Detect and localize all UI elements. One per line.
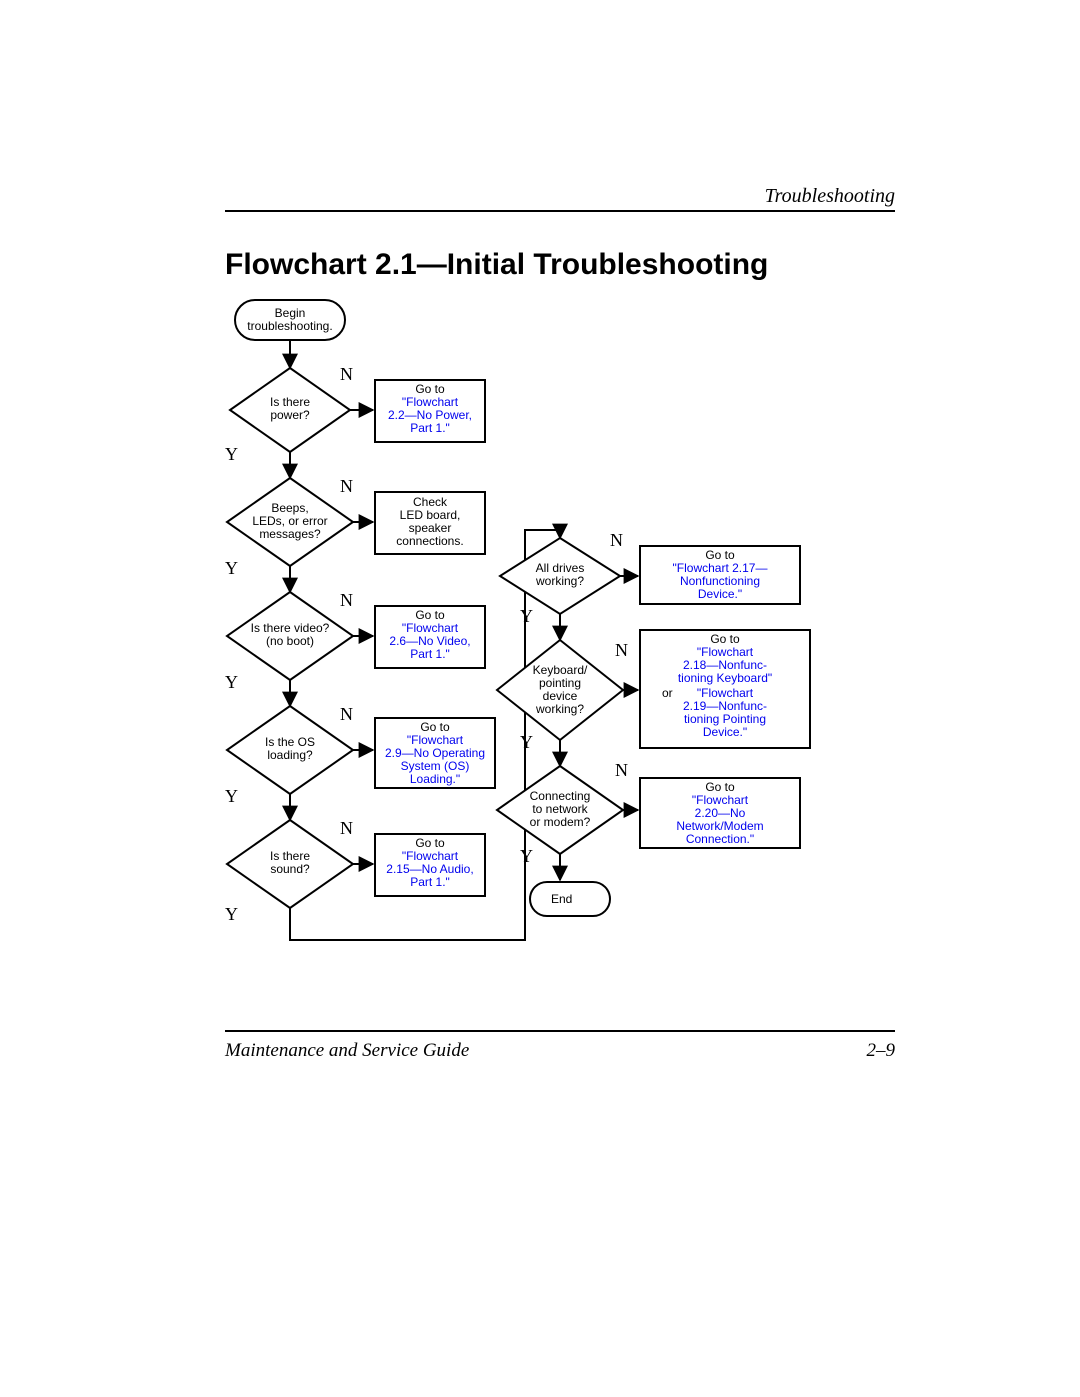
header-rule xyxy=(225,210,895,212)
label-y: Y xyxy=(520,846,533,866)
node-q-os: Is the OSloading? xyxy=(227,706,353,794)
label-y: Y xyxy=(225,672,238,692)
node-q-video: Is there video?(no boot) xyxy=(227,592,353,680)
label-n: N xyxy=(340,364,353,384)
node-a-video: Go to "Flowchart2.6—No Video,Part 1." xyxy=(375,606,485,668)
flowchart: Begintroubleshooting. Is therepower? N G… xyxy=(225,300,895,1000)
footer-left: Maintenance and Service Guide xyxy=(225,1040,469,1062)
q-os-text: Is the OSloading? xyxy=(265,735,315,762)
node-a-power: Go to "Flowchart2.2—No Power,Part 1." xyxy=(375,380,485,442)
section-header: Troubleshooting xyxy=(765,185,895,208)
node-start: Begintroubleshooting. xyxy=(235,300,345,340)
label-n: N xyxy=(615,640,628,660)
page-title: Flowchart 2.1—Initial Troubleshooting xyxy=(225,248,768,282)
footer-rule xyxy=(225,1030,895,1032)
a-net-pre: Go to xyxy=(705,780,735,794)
node-a-net: Go to "Flowchart2.20—NoNetwork/ModemConn… xyxy=(640,778,800,848)
node-end: End xyxy=(530,882,610,916)
label-y: Y xyxy=(520,732,533,752)
q-net-text: Connectingto networkor modem? xyxy=(530,789,591,829)
q-kbd-text: Keyboard/pointingdeviceworking? xyxy=(533,663,588,716)
label-n: N xyxy=(610,530,623,550)
node-q-net: Connectingto networkor modem? xyxy=(497,766,623,854)
label-y: Y xyxy=(225,558,238,578)
node-q-beeps: Beeps,LEDs, or errormessages? xyxy=(227,478,353,566)
a-power-pre: Go to xyxy=(415,382,445,396)
node-a-beeps: CheckLED board,speakerconnections. xyxy=(375,492,485,554)
label-y: Y xyxy=(225,786,238,806)
label-n: N xyxy=(340,476,353,496)
a-kbd-mid: or xyxy=(662,686,673,700)
label-n: N xyxy=(615,760,628,780)
label-y: Y xyxy=(225,444,238,464)
footer-right: 2–9 xyxy=(867,1040,896,1062)
node-q-drives: All drivesworking? xyxy=(500,538,620,614)
a-video-pre: Go to xyxy=(415,608,445,622)
label-y: Y xyxy=(225,904,238,924)
label-y: Y xyxy=(520,606,533,626)
a-kbd-pre: Go to xyxy=(710,632,740,646)
a-os-pre: Go to xyxy=(420,720,450,734)
node-a-sound: Go to "Flowchart2.15—No Audio,Part 1." xyxy=(375,834,485,896)
q-power-text: Is therepower? xyxy=(270,395,310,422)
a-sound-pre: Go to xyxy=(415,836,445,850)
node-q-power: Is therepower? xyxy=(230,368,350,452)
a-drives-pre: Go to xyxy=(705,548,735,562)
q-drives-text: All drivesworking? xyxy=(535,561,584,588)
node-q-sound: Is theresound? xyxy=(227,820,353,908)
node-q-kbd: Keyboard/pointingdeviceworking? xyxy=(497,640,623,740)
node-a-kbd: Go to "Flowchart2.18—Nonfunc-tioning Key… xyxy=(640,630,810,748)
label-n: N xyxy=(340,590,353,610)
end-text: End xyxy=(551,892,572,906)
node-a-drives: Go to "Flowchart 2.17—NonfunctioningDevi… xyxy=(640,546,800,604)
q-sound-text: Is theresound? xyxy=(270,849,310,876)
node-a-os: Go to "Flowchart2.9—No OperatingSystem (… xyxy=(375,718,495,788)
label-n: N xyxy=(340,818,353,838)
label-n: N xyxy=(340,704,353,724)
